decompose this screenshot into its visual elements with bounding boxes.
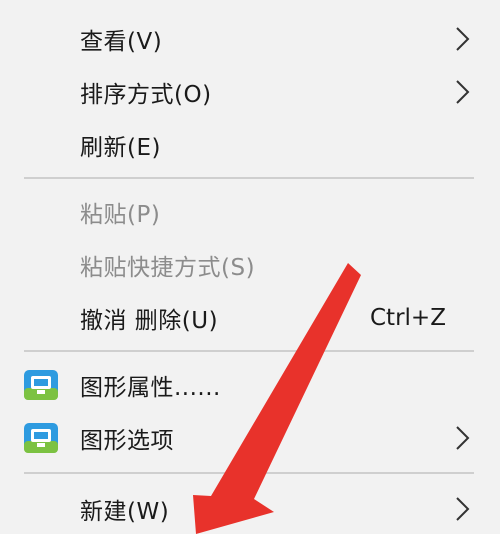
red-arrow	[193, 263, 361, 534]
